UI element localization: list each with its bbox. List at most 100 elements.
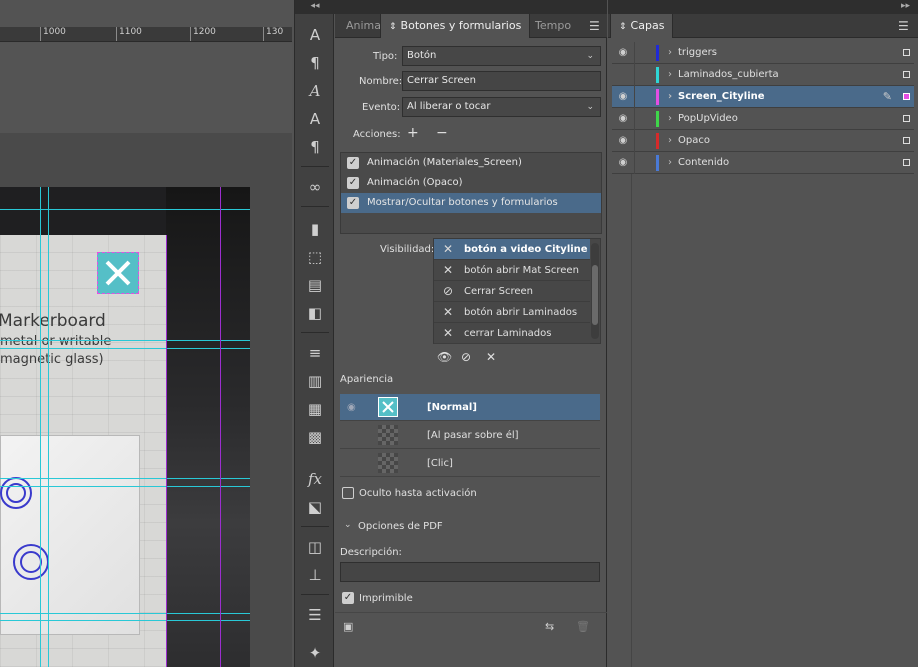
selection-square-icon[interactable] [903,115,910,122]
paragraph-icon[interactable]: ¶ [303,52,327,74]
preview-icon[interactable]: ▣ [343,620,353,633]
liquid-layout-icon[interactable]: ✦ [303,642,327,664]
eye-icon[interactable]: ◉ [614,86,632,108]
list-item[interactable]: ✓ Animación (Opaco) [341,173,601,193]
checkbox[interactable]: ✓ [347,197,359,209]
selection-square-icon[interactable] [903,137,910,144]
page-transitions-icon[interactable]: ◧ [303,302,327,324]
descripcion-input[interactable] [340,562,600,582]
chevron-right-icon[interactable]: › [668,130,672,152]
layer-row[interactable]: ◉ › PopUpVideo [612,108,914,130]
selection-square-icon[interactable] [903,49,910,56]
hide-icon[interactable]: ✕ [440,239,456,260]
eye-icon[interactable]: ◉ [614,42,632,64]
links-icon[interactable]: ∞ [303,176,327,198]
eye-icon[interactable]: ◉ [614,130,632,152]
layer-row[interactable]: ◉ › triggers [612,42,914,64]
hide-icon[interactable]: ✕ [440,302,456,323]
properties-icon[interactable]: ☰ [303,604,327,626]
media-icon[interactable]: ▤ [303,274,327,296]
guide-line[interactable] [48,187,49,667]
trash-icon[interactable]: 🗑 [576,620,590,633]
guide-line[interactable] [0,486,250,487]
appearance-rollover-row[interactable]: [Al pasar sobre él] [340,422,600,449]
list-item[interactable]: ⊘ Cerrar Screen [434,281,590,302]
character-icon[interactable]: A [303,24,327,46]
scrollbar-thumb[interactable] [592,265,598,325]
add-action-icon[interactable]: + [407,125,419,141]
chevron-down-icon[interactable]: ⌄ [344,520,352,530]
list-item[interactable]: ✕ botón abrir Mat Screen [434,260,590,281]
pdf-options-label[interactable]: Opciones de PDF [358,521,443,532]
layer-row[interactable]: ◉ › Opaco [612,130,914,152]
glyphs-icon[interactable]: A [303,80,327,102]
tab-timing[interactable]: Tempo [535,14,571,38]
object-states-icon[interactable]: ⬚ [303,246,327,268]
bookmarks-icon[interactable]: ▮ [303,218,327,240]
layers-stack-icon[interactable]: ◫ [303,536,327,558]
panel-menu-icon[interactable]: ☰ [589,14,600,38]
canvas-title[interactable]: Markerboard [0,311,106,331]
appearance-click-row[interactable]: [Clic] [340,450,600,477]
gradient-icon[interactable]: ▥ [303,370,327,392]
selection-square-icon[interactable] [903,93,910,100]
hide-icon[interactable]: ✕ [440,323,456,344]
guide-line[interactable] [0,620,250,621]
eye-slash-icon[interactable]: ⊘ [461,350,471,364]
effects-icon[interactable]: fx [303,468,327,490]
guide-line[interactable] [40,187,41,667]
chevron-right-icon[interactable]: › [668,108,672,130]
selection-square-icon[interactable] [903,159,910,166]
swatches-icon[interactable]: ▦ [303,398,327,420]
appearance-normal-row[interactable]: ◉ [Normal] [340,394,600,421]
eye-icon[interactable]: ◉ [614,152,632,174]
layer-row[interactable]: › Laminados_cubierta [612,64,914,86]
tab-layers[interactable]: ⇕ Capas [610,14,674,38]
layer-row[interactable]: ◉ › Contenido [612,152,914,174]
chevron-right-icon[interactable]: › [668,152,672,174]
document-spread[interactable]: Markerboard metal or writable magnetic g… [0,187,250,667]
layer-row[interactable]: ◉ › Screen_Cityline ✎ [612,86,914,108]
panel-menu-icon[interactable]: ☰ [898,14,909,38]
chevron-right-icon[interactable]: › [668,64,672,86]
list-item[interactable]: ✓ Animación (Materiales_Screen) [341,153,601,173]
canvas-subtitle[interactable]: magnetic glass) [0,352,104,367]
tab-buttons-forms[interactable]: ⇕ Botones y formularios [380,14,531,38]
guide-line[interactable] [0,340,250,341]
chevron-right-icon[interactable]: › [668,86,672,108]
color-icon[interactable]: ▩ [303,426,327,448]
eye-slash-icon[interactable]: ⊘ [440,281,456,302]
selection-square-icon[interactable] [903,71,910,78]
oculto-checkbox[interactable] [342,487,354,499]
checkbox[interactable]: ✓ [347,177,359,189]
eye-icon[interactable]: ◉ [347,394,356,421]
tab-animation[interactable]: Anima [346,14,381,38]
interactive-icon[interactable]: ⬕ [303,496,327,518]
show-icon[interactable]: 👁 [437,350,452,364]
paragraph-styles-icon[interactable]: ¶ [303,136,327,158]
canvas-subtitle[interactable]: metal or writable [0,334,111,349]
horizontal-ruler[interactable]: 1000 1100 1200 130 [0,27,292,42]
guide-line[interactable] [0,478,250,479]
guide-line[interactable] [0,613,250,614]
imprimible-checkbox[interactable]: ✓ [342,592,354,604]
hide-icon[interactable]: ✕ [440,260,456,281]
align-icon[interactable]: ⊥ [303,564,327,586]
list-item[interactable]: ✕ cerrar Laminados [434,323,590,344]
evento-select[interactable]: Al liberar o tocar ⌄ [402,97,601,117]
guide-line[interactable] [0,348,250,349]
hide-icon[interactable]: ✕ [486,350,496,364]
list-item[interactable]: ✕ botón abrir Laminados [434,302,590,323]
stroke-icon[interactable]: ≡ [303,342,327,364]
collapse-arrows-icon[interactable]: ▸▸ [901,0,910,12]
close-screen-button[interactable] [97,252,139,294]
convert-object-icon[interactable]: ⇆ [545,620,554,633]
eye-icon[interactable]: ◉ [614,108,632,130]
character-styles-icon[interactable]: A [303,108,327,130]
list-item[interactable]: ✓ Mostrar/Ocultar botones y formularios [341,193,601,213]
remove-action-icon[interactable]: − [436,125,448,141]
collapse-arrows-icon[interactable]: ◂◂ [295,0,335,14]
nombre-input[interactable]: Cerrar Screen [402,71,601,91]
guide-line[interactable] [0,209,250,210]
list-item[interactable]: ✕ botón a video Cityline [434,239,590,260]
